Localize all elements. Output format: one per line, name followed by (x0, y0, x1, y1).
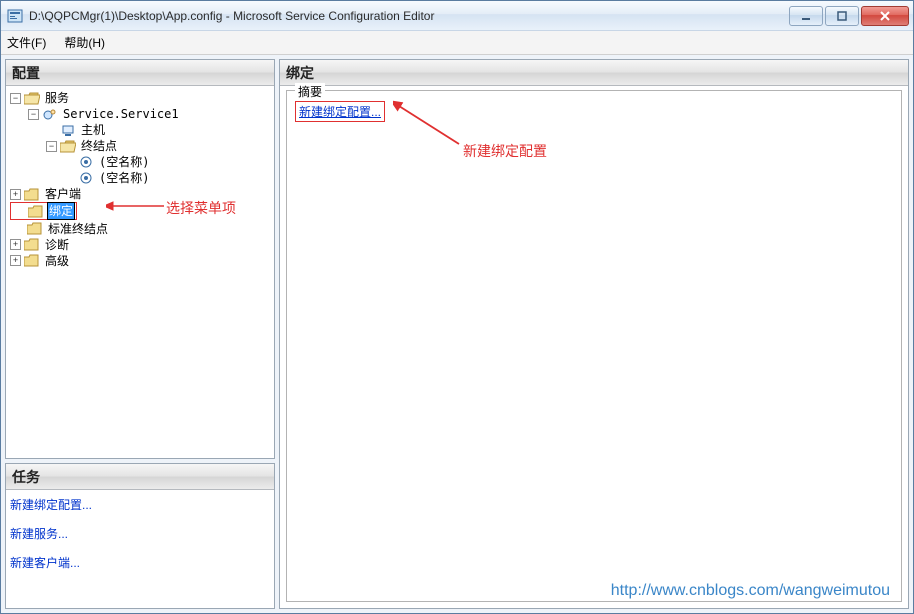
tree-label: Service.Service1 (61, 106, 181, 122)
tree-label: 诊断 (43, 237, 71, 253)
window-frame: D:\QQPCMgr(1)\Desktop\App.config - Micro… (0, 0, 914, 614)
client-area: 配置 − 服务 (1, 55, 913, 613)
config-tree-panel: 配置 − 服务 (5, 59, 275, 459)
tree-node-service1[interactable]: − Service.Service1 (28, 106, 272, 122)
annotation-text: 新建绑定配置 (463, 141, 547, 161)
folder-closed-icon (24, 254, 40, 268)
tree-label: 终结点 (79, 138, 119, 154)
tree-node-std-endpoints[interactable]: 标准终结点 (10, 221, 272, 237)
expander-minus-icon[interactable]: − (10, 93, 21, 104)
binding-panel-header: 绑定 (280, 60, 908, 86)
task-new-service[interactable]: 新建服务... (10, 525, 270, 542)
maximize-button[interactable] (825, 6, 859, 26)
window-buttons (787, 6, 909, 26)
annotation-arrow-icon (393, 100, 463, 148)
expander-minus-icon[interactable]: − (46, 141, 57, 152)
binding-panel: 绑定 摘要 新建绑定配置... 新建绑定配置 http://www.cnblog… (279, 59, 909, 609)
config-tree: − 服务 − (6, 86, 274, 458)
endpoint-icon (78, 155, 94, 169)
task-new-client[interactable]: 新建客户端... (10, 554, 270, 571)
expander-plus-icon[interactable]: + (10, 239, 21, 250)
window-title: D:\QQPCMgr(1)\Desktop\App.config - Micro… (29, 9, 787, 23)
left-column: 配置 − 服务 (5, 59, 275, 609)
tree-node-host[interactable]: 主机 (46, 122, 272, 138)
tree-node-endpoint[interactable]: (空名称) (64, 154, 272, 170)
tree-node-advanced[interactable]: + 高级 (10, 253, 272, 269)
tree-label: (空名称) (97, 154, 151, 170)
host-icon (60, 123, 76, 137)
summary-legend: 摘要 (295, 83, 325, 100)
binding-panel-body: 摘要 新建绑定配置... 新建绑定配置 (280, 86, 908, 608)
folder-open-icon (24, 91, 40, 105)
endpoint-icon (78, 171, 94, 185)
folder-closed-icon (24, 187, 40, 201)
tree-label: 高级 (43, 253, 71, 269)
folder-closed-icon (24, 238, 40, 252)
menubar: 文件(F) 帮助(H) (1, 31, 913, 55)
menu-help[interactable]: 帮助(H) (64, 34, 105, 51)
close-button[interactable] (861, 6, 909, 26)
folder-closed-icon (28, 204, 44, 218)
minimize-button[interactable] (789, 6, 823, 26)
task-new-binding[interactable]: 新建绑定配置... (10, 496, 270, 513)
titlebar: D:\QQPCMgr(1)\Desktop\App.config - Micro… (1, 1, 913, 31)
folder-open-icon (60, 139, 76, 153)
tree-node-services[interactable]: − 服务 (10, 90, 272, 106)
tree-label: 标准终结点 (46, 221, 110, 237)
new-binding-link[interactable]: 新建绑定配置... (295, 101, 385, 122)
tree-label: 服务 (43, 90, 71, 106)
tree-node-diagnostics[interactable]: + 诊断 (10, 237, 272, 253)
expander-minus-icon[interactable]: − (28, 109, 39, 120)
menu-file[interactable]: 文件(F) (7, 34, 46, 51)
expander-plus-icon[interactable]: + (10, 255, 21, 266)
tree-node-clients[interactable]: + 客户端 (10, 186, 272, 202)
tree-label: (空名称) (97, 170, 151, 186)
tree-label-selected: 绑定 (47, 202, 75, 220)
tree-node-endpoint[interactable]: (空名称) (64, 170, 272, 186)
tree-label: 客户端 (43, 186, 83, 202)
tree-label: 主机 (79, 122, 107, 138)
tree-node-bindings[interactable]: 绑定 (11, 203, 75, 219)
tree-node-endpoints[interactable]: − 终结点 (46, 138, 272, 154)
summary-group: 摘要 新建绑定配置... 新建绑定配置 (286, 90, 902, 602)
task-panel: 任务 新建绑定配置... 新建服务... 新建客户端... (5, 463, 275, 609)
task-panel-header: 任务 (6, 464, 274, 490)
expander-plus-icon[interactable]: + (10, 189, 21, 200)
app-icon (7, 8, 23, 24)
task-body: 新建绑定配置... 新建服务... 新建客户端... (6, 490, 274, 608)
config-tree-header: 配置 (6, 60, 274, 86)
watermark-url: http://www.cnblogs.com/wangweimutou (611, 582, 890, 600)
service-icon (42, 107, 58, 121)
folder-closed-icon (27, 222, 43, 236)
